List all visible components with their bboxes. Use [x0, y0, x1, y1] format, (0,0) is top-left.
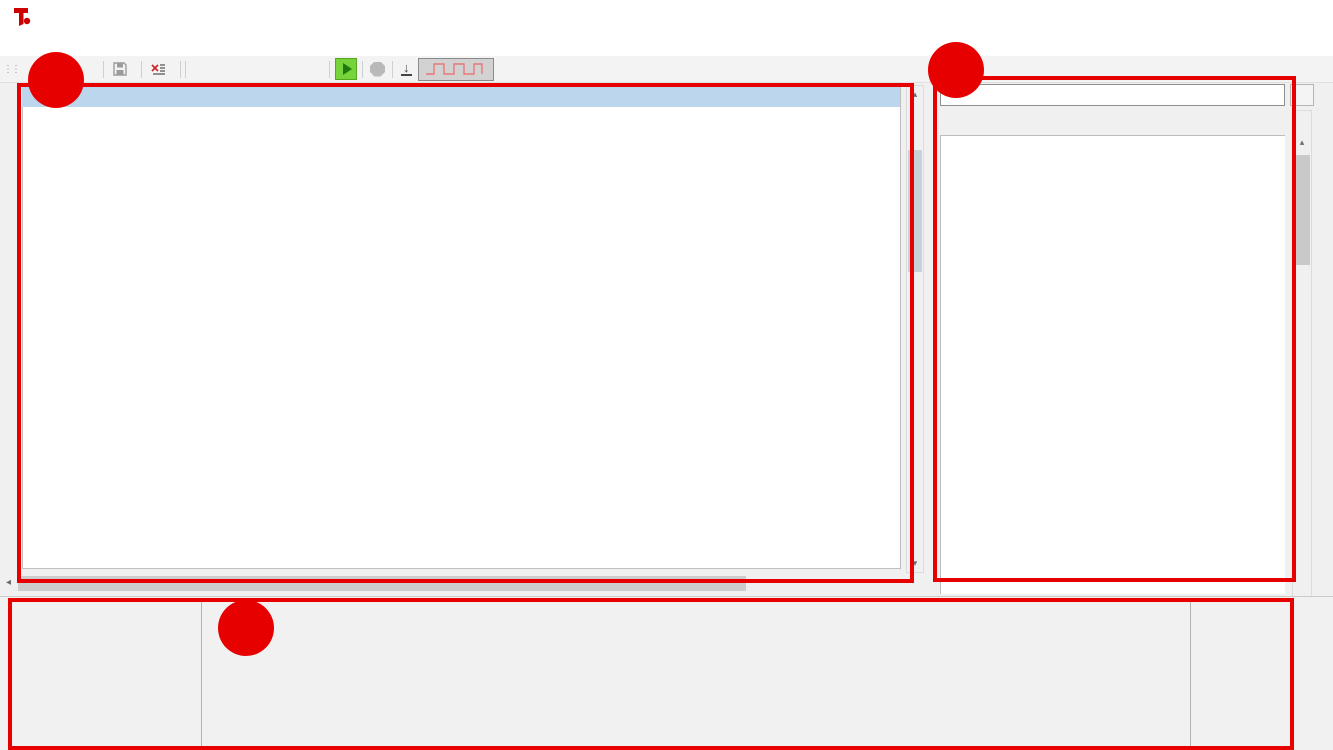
menu-edit[interactable]	[38, 41, 58, 47]
waveform-view-button[interactable]	[418, 58, 494, 81]
menu-analyser-settings[interactable]	[58, 41, 78, 47]
menu-file[interactable]	[18, 41, 38, 47]
scroll-up-icon[interactable]: ▴	[907, 89, 923, 100]
details-vscrollbar[interactable]: ▴ ▾	[1292, 110, 1312, 612]
start-capture-button[interactable]	[335, 58, 357, 80]
stop-capture-icon[interactable]	[370, 62, 385, 77]
toolbar-separator	[362, 61, 363, 78]
details-header-stub	[1290, 84, 1314, 106]
details-vscroll-thumb[interactable]	[1295, 155, 1310, 265]
waveform-plot[interactable]	[213, 613, 1073, 735]
menu-miscellaneous[interactable]	[78, 41, 98, 47]
title-bar	[0, 0, 1333, 32]
message-details-table	[940, 135, 1285, 594]
table-hscroll-thumb[interactable]	[18, 576, 746, 591]
toolbar-separator	[329, 61, 330, 78]
scroll-down-icon[interactable]: ▾	[907, 558, 923, 569]
table-vscroll-thumb[interactable]	[908, 150, 922, 272]
table-vscrollbar[interactable]: ▴ ▾	[906, 85, 924, 573]
scroll-up-icon[interactable]: ▴	[1293, 137, 1311, 148]
message-filter-button[interactable]	[188, 67, 202, 71]
scroll-left-icon[interactable]: ◂	[6, 577, 11, 588]
menu-help[interactable]	[98, 41, 118, 47]
clear-log-icon	[151, 63, 166, 76]
toolbar: ⋮⋮ ↓	[0, 56, 1333, 83]
download-icon[interactable]: ↓	[401, 62, 412, 76]
square-wave-icon	[425, 61, 487, 77]
panel-divider	[201, 599, 202, 750]
toolbar-separator	[141, 61, 142, 78]
toolbar-separator	[185, 61, 186, 78]
menu-bar	[0, 32, 1333, 56]
toolbar-grip-icon[interactable]: ⋮⋮	[3, 64, 19, 75]
panel-divider	[1190, 599, 1191, 750]
app-window: ⋮⋮ ↓	[0, 0, 1333, 750]
toolbar-separator	[180, 61, 181, 78]
details-checkbox-row	[940, 110, 1285, 132]
ti-logo-icon	[11, 6, 31, 26]
minimize-button[interactable]	[1191, 12, 1221, 30]
toolbar-separator	[392, 61, 393, 78]
maximize-button[interactable]	[1238, 12, 1268, 30]
message-details-title	[940, 84, 1285, 106]
floppy-disk-icon	[113, 62, 127, 76]
play-icon	[343, 63, 352, 75]
message-table-body	[22, 85, 901, 569]
table-hscrollbar[interactable]: ◂ ▸	[2, 575, 1060, 592]
save-button[interactable]	[106, 60, 139, 78]
message-table-header	[22, 85, 900, 107]
close-button[interactable]	[1286, 12, 1316, 30]
clear-log-button[interactable]	[144, 61, 178, 78]
toolbar-separator	[103, 61, 104, 78]
